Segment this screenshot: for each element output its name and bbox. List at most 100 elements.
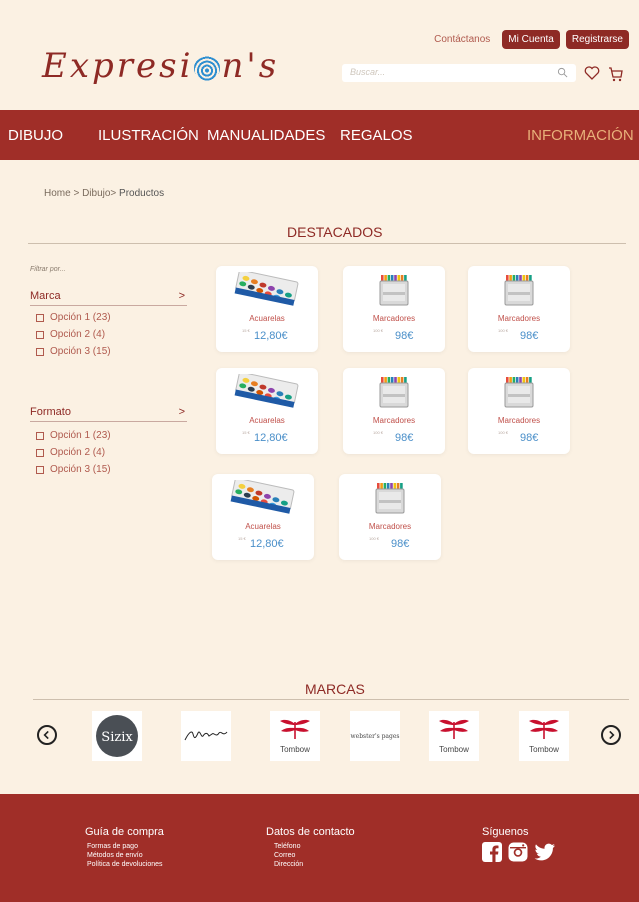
brand-name: Tombow (280, 745, 310, 754)
product-image[interactable] (234, 371, 300, 415)
site-header: Expresi n's Contáctanos Mi Cuenta Registr… (0, 0, 639, 110)
filter-title: Formato (30, 406, 71, 418)
product-name[interactable]: Acuarelas (212, 522, 314, 531)
product-image[interactable] (230, 477, 296, 521)
filter-option[interactable]: Opción 3 (15) (36, 464, 111, 475)
breadcrumb-path[interactable]: Home > Dibujo> (44, 188, 119, 199)
nav-item-manualidades[interactable]: MANUALIDADES (207, 127, 325, 144)
brand-name: Tombow (529, 745, 559, 754)
cart-icon[interactable] (608, 66, 624, 82)
product-card[interactable]: Marcadores 100 € 98€ (339, 474, 441, 560)
nav-item-informacion[interactable]: INFORMACIÓN (527, 127, 634, 144)
chevron-right-icon[interactable]: > (179, 406, 185, 418)
checkbox[interactable] (36, 465, 44, 474)
tim-holtz-signature-logo (184, 731, 228, 741)
footer-link[interactable]: Formas de pago (85, 842, 164, 851)
product-price: 12,80€ (250, 538, 284, 550)
search-placeholder: Buscar... (350, 67, 386, 77)
product-image[interactable] (372, 480, 408, 521)
footer-link[interactable]: Métodos de envío (85, 851, 164, 860)
product-image[interactable] (376, 374, 412, 415)
brand-logo[interactable]: Sizix (92, 711, 142, 761)
footer-link[interactable]: Teléfono (266, 842, 355, 851)
filter-option-label: Opción 3 (15) (50, 346, 111, 357)
instagram-icon[interactable] (508, 842, 528, 862)
filter-option[interactable]: Opción 2 (4) (36, 329, 105, 340)
checkbox[interactable] (36, 347, 44, 356)
footer-link[interactable]: Política de devoluciones (85, 860, 164, 869)
product-card[interactable]: Acuarelas 15 € 12,80€ (216, 368, 318, 454)
checkbox[interactable] (36, 431, 44, 440)
checkbox[interactable] (36, 448, 44, 457)
filter-option[interactable]: Opción 1 (23) (36, 430, 111, 441)
nav-item-regalos[interactable]: REGALOS (340, 127, 413, 144)
contact-link[interactable]: Contáctanos (434, 34, 490, 45)
product-card[interactable]: Marcadores 100 € 98€ (468, 368, 570, 454)
product-image[interactable] (376, 272, 412, 313)
chevron-right-icon[interactable]: > (179, 290, 185, 302)
brand-logo[interactable]: Tombow (519, 711, 569, 761)
site-footer: Guía de compra Formas de pago Métodos de… (0, 794, 639, 902)
filter-option[interactable]: Opción 1 (23) (36, 312, 111, 323)
product-name[interactable]: Acuarelas (216, 314, 318, 323)
heart-icon[interactable] (584, 66, 600, 80)
nav-item-ilustracion[interactable]: ILUSTRACIÓN (98, 127, 199, 144)
nav-item-dibujo[interactable]: DIBUJO (8, 127, 63, 144)
breadcrumb-current: Productos (119, 188, 165, 199)
product-card[interactable]: Acuarelas 15 € 12,80€ (212, 474, 314, 560)
product-card[interactable]: Acuarelas 15 € 12,80€ (216, 266, 318, 352)
brand-logo[interactable]: Tombow (429, 711, 479, 761)
brand-logo[interactable]: Tombow (270, 711, 320, 761)
product-card[interactable]: Marcadores 100 € 98€ (343, 368, 445, 454)
checkbox[interactable] (36, 313, 44, 322)
filter-group-formato[interactable]: Formato > (30, 406, 187, 422)
tombow-logo: Tombow (437, 718, 471, 754)
brand-logo[interactable]: webster's pages (350, 711, 400, 761)
product-name[interactable]: Marcadores (339, 522, 441, 531)
product-name[interactable]: Acuarelas (216, 416, 318, 425)
tombow-logo: Tombow (278, 718, 312, 754)
product-name[interactable]: Marcadores (343, 314, 445, 323)
filter-option-label: Opción 2 (4) (50, 447, 106, 458)
footer-link[interactable]: Dirección (266, 860, 355, 869)
product-card[interactable]: Marcadores 100 € 98€ (343, 266, 445, 352)
product-name[interactable]: Marcadores (343, 416, 445, 425)
footer-contact: Datos de contacto Teléfono Correo Direcc… (266, 826, 355, 869)
product-price: 98€ (520, 432, 539, 444)
product-name[interactable]: Marcadores (468, 416, 570, 425)
product-old-price: 100 € (498, 328, 509, 333)
facebook-icon[interactable] (482, 842, 502, 862)
site-logo[interactable]: Expresi n's (42, 46, 279, 86)
product-old-price: 100 € (373, 430, 384, 435)
dragonfly-icon (439, 719, 469, 739)
product-card[interactable]: Marcadores 100 € 98€ (468, 266, 570, 352)
checkbox[interactable] (36, 330, 44, 339)
product-image[interactable] (501, 272, 537, 313)
marker-set-image (375, 483, 405, 514)
chevron-left-icon[interactable] (37, 725, 57, 745)
product-name[interactable]: Marcadores (468, 314, 570, 323)
product-image[interactable] (234, 269, 300, 313)
footer-link[interactable]: Correo (266, 851, 355, 860)
product-price: 12,80€ (254, 330, 288, 342)
breadcrumb: Home > Dibujo> Productos (44, 188, 164, 199)
filter-group-marca[interactable]: Marca > (30, 290, 187, 306)
product-image[interactable] (501, 374, 537, 415)
account-button[interactable]: Mi Cuenta (502, 30, 560, 49)
chevron-right-icon[interactable] (601, 725, 621, 745)
watercolor-palette-image (230, 477, 295, 514)
filter-option-label: Opción 1 (23) (50, 312, 111, 323)
twitter-icon[interactable] (534, 842, 556, 862)
brand-logo[interactable] (181, 711, 231, 761)
filter-option[interactable]: Opción 2 (4) (36, 447, 105, 458)
product-price: 98€ (391, 538, 410, 550)
product-old-price: 15 € (238, 536, 246, 541)
main-nav: DIBUJO ILUSTRACIÓN MANUALIDADES REGALOS … (0, 110, 639, 160)
product-price: 98€ (395, 432, 414, 444)
product-price: 12,80€ (254, 432, 288, 444)
search-icon[interactable] (557, 67, 568, 78)
filter-option[interactable]: Opción 3 (15) (36, 346, 111, 357)
watercolor-palette-image (234, 371, 299, 408)
search-input[interactable]: Buscar... (342, 64, 576, 82)
register-button[interactable]: Registrarse (565, 30, 629, 49)
